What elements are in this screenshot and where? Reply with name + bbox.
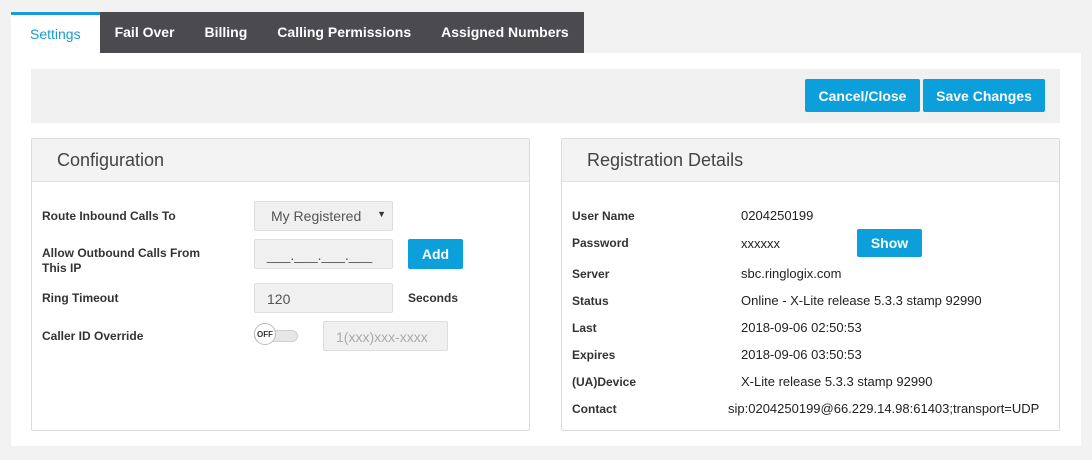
reg-value-server: sbc.ringlogix.com xyxy=(741,266,842,281)
reg-value-expires: 2018-09-06 03:50:53 xyxy=(741,347,862,362)
outbound-ip-placeholder: ___.___.___.___ xyxy=(267,247,373,263)
tab-assigned-numbers[interactable]: Assigned Numbers xyxy=(426,12,584,53)
ring-timeout-value: 120 xyxy=(267,291,291,307)
toggle-knob: OFF xyxy=(254,323,276,345)
chevron-down-icon: ▼ xyxy=(377,209,386,219)
tab-fail-over[interactable]: Fail Over xyxy=(100,12,190,53)
action-bar: Cancel/Close Save Changes xyxy=(31,69,1060,123)
reg-label-status: Status xyxy=(572,294,609,308)
reg-label-ua-device: (UA)Device xyxy=(572,375,637,389)
cancel-close-button[interactable]: Cancel/Close xyxy=(805,79,920,112)
reg-label-expires: Expires xyxy=(572,348,616,362)
registration-details-panel: Registration Details User Name 020425019… xyxy=(561,138,1060,431)
caller-id-placeholder: 1(xxx)xxx-xxxx xyxy=(336,329,428,345)
allow-outbound-label: Allow Outbound Calls From This IP xyxy=(42,246,200,275)
route-inbound-select[interactable]: My Registered ▼ xyxy=(254,201,393,231)
ring-timeout-label: Ring Timeout xyxy=(42,291,119,305)
configuration-title: Configuration xyxy=(32,139,529,182)
reg-value-status: Online - X-Lite release 5.3.3 stamp 9299… xyxy=(741,293,982,308)
save-changes-button[interactable]: Save Changes xyxy=(923,79,1045,112)
reg-label-user-name: User Name xyxy=(572,209,635,223)
reg-value-password: xxxxxx xyxy=(741,236,780,251)
caller-id-toggle[interactable]: OFF xyxy=(254,323,298,347)
reg-label-last: Last xyxy=(572,321,597,335)
tab-settings[interactable]: Settings xyxy=(11,12,100,56)
outbound-ip-input[interactable]: ___.___.___.___ xyxy=(254,239,393,269)
add-ip-button[interactable]: Add xyxy=(408,239,463,269)
reg-value-last: 2018-09-06 02:50:53 xyxy=(741,320,862,335)
route-inbound-value: My Registered xyxy=(271,208,362,224)
reg-label-password: Password xyxy=(572,236,629,250)
reg-value-contact: sip:0204250199@66.229.14.98:61403;transp… xyxy=(728,401,1040,416)
configuration-panel: Configuration Route Inbound Calls To My … xyxy=(31,138,530,431)
caller-id-override-label: Caller ID Override xyxy=(42,329,144,343)
tab-calling-permissions[interactable]: Calling Permissions xyxy=(262,12,426,53)
caller-id-input[interactable]: 1(xxx)xxx-xxxx xyxy=(323,321,448,351)
reg-value-user-name: 0204250199 xyxy=(741,208,814,223)
reg-value-ua-device: X-Lite release 5.3.3 stamp 92990 xyxy=(741,374,933,389)
reg-label-contact: Contact xyxy=(572,402,617,416)
settings-content: Cancel/Close Save Changes Configuration … xyxy=(11,53,1081,446)
reg-label-server: Server xyxy=(572,267,610,281)
registration-title: Registration Details xyxy=(562,139,1059,182)
ring-timeout-input[interactable]: 120 xyxy=(254,283,393,313)
show-password-button[interactable]: Show xyxy=(857,229,922,257)
tab-bar: Settings Fail Over Billing Calling Permi… xyxy=(11,12,584,56)
route-inbound-label: Route Inbound Calls To xyxy=(42,209,176,223)
seconds-label: Seconds xyxy=(408,291,459,305)
tab-billing[interactable]: Billing xyxy=(190,12,263,53)
